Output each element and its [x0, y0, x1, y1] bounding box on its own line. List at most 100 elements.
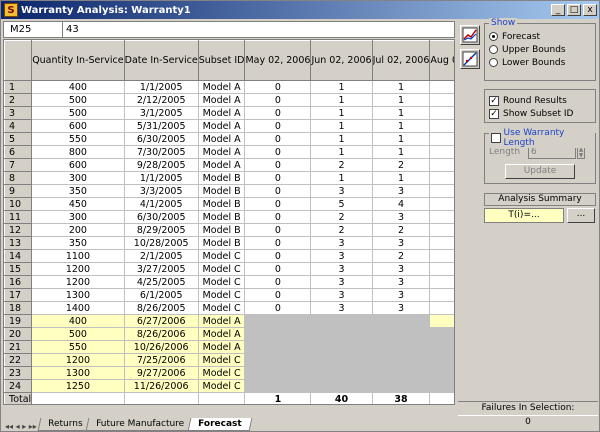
show-subset-id-checkbox[interactable]: ✓ Show Subset ID — [489, 107, 591, 120]
subset-cell[interactable]: Model C — [197, 249, 246, 263]
radio-forecast[interactable]: Forecast — [489, 30, 591, 43]
forecast-cell[interactable]: 1 — [310, 171, 373, 185]
forecast-cell[interactable]: 3 — [310, 288, 373, 302]
row-header[interactable]: 12 — [4, 223, 33, 237]
subset-cell[interactable]: Model B — [197, 210, 246, 224]
forecast-cell[interactable]: 1 — [429, 93, 454, 107]
forecast-cell[interactable] — [244, 340, 312, 354]
forecast-cell[interactable]: 3 — [371, 236, 431, 250]
tab-forecast[interactable]: Forecast — [188, 418, 253, 431]
forecast-cell[interactable]: 0 — [244, 132, 312, 146]
quantity-cell[interactable]: 1100 — [31, 249, 125, 263]
date-cell[interactable]: 4/1/2005 — [123, 197, 199, 211]
row-header[interactable]: 21 — [4, 340, 33, 354]
forecast-cell[interactable] — [310, 327, 373, 341]
column-header-subset[interactable]: Subset ID — [197, 40, 246, 81]
row-header[interactable]: 8 — [4, 171, 33, 185]
forecast-cell[interactable]: 3 — [429, 249, 454, 263]
forecast-cell[interactable]: 1 — [371, 106, 431, 120]
row-header[interactable]: 1 — [4, 80, 33, 94]
forecast-cell[interactable]: 0 — [244, 119, 312, 133]
total-cell[interactable]: 38 — [371, 392, 431, 404]
forecast-cell[interactable]: 0 — [244, 288, 312, 302]
forecast-cell[interactable]: 1 — [371, 119, 431, 133]
quantity-cell[interactable]: 550 — [31, 340, 125, 354]
forecast-cell[interactable] — [371, 340, 431, 354]
forecast-cell[interactable]: 0 — [244, 223, 312, 237]
forecast-cell[interactable] — [371, 366, 431, 380]
subset-cell[interactable]: Model A — [197, 340, 246, 354]
quantity-cell[interactable]: 450 — [31, 197, 125, 211]
date-cell[interactable]: 5/31/2005 — [123, 119, 199, 133]
column-header-quantity[interactable]: Quantity In-Service — [31, 40, 125, 81]
forecast-cell[interactable]: 1 — [310, 145, 373, 159]
forecast-cell[interactable] — [310, 366, 373, 380]
forecast-cell[interactable] — [310, 340, 373, 354]
column-header-forecast-3[interactable]: Jul 02, 2006 — [371, 40, 431, 81]
radio-button[interactable] — [489, 58, 498, 67]
forecast-cell[interactable]: 0 — [244, 197, 312, 211]
date-cell[interactable]: 8/26/2006 — [123, 327, 199, 341]
subset-cell[interactable]: Model C — [197, 288, 246, 302]
date-cell[interactable]: 8/29/2005 — [123, 223, 199, 237]
radio-button[interactable] — [489, 32, 498, 41]
radio-upper-bounds[interactable]: Upper Bounds — [489, 43, 591, 56]
forecast-cell[interactable] — [244, 327, 312, 341]
date-cell[interactable]: 2/12/2005 — [123, 93, 199, 107]
round-results-checkbox[interactable]: ✓ Round Results — [489, 94, 591, 107]
quantity-cell[interactable]: 500 — [31, 106, 125, 120]
forecast-cell[interactable] — [429, 340, 454, 354]
forecast-cell[interactable]: 2 — [429, 158, 454, 172]
forecast-cell[interactable] — [371, 314, 431, 328]
date-cell[interactable]: 6/30/2005 — [123, 132, 199, 146]
forecast-cell[interactable]: 2 — [371, 223, 431, 237]
column-header-forecast-2[interactable]: Jun 02, 2006 — [310, 40, 373, 81]
subset-cell[interactable]: Model B — [197, 171, 246, 185]
subset-cell[interactable]: Model B — [197, 184, 246, 198]
cell-value-input[interactable]: 43 — [63, 21, 455, 38]
quantity-cell[interactable]: 300 — [31, 210, 125, 224]
forecast-cell[interactable]: 0 — [244, 236, 312, 250]
row-header[interactable]: 11 — [4, 210, 33, 224]
forecast-cell[interactable] — [310, 379, 373, 393]
forecast-cell[interactable]: 1 — [371, 132, 431, 146]
forecast-cell[interactable]: 2 — [310, 223, 373, 237]
forecast-cell[interactable]: 3 — [310, 184, 373, 198]
forecast-cell[interactable]: 0 — [244, 275, 312, 289]
analysis-summary-value[interactable]: T(i)=... — [484, 208, 564, 223]
quantity-cell[interactable]: 500 — [31, 327, 125, 341]
subset-cell[interactable]: Model A — [197, 119, 246, 133]
subset-cell[interactable]: Model B — [197, 223, 246, 237]
forecast-cell[interactable] — [429, 353, 454, 367]
date-cell[interactable]: 9/27/2006 — [123, 366, 199, 380]
forecast-cell[interactable]: 3 — [310, 301, 373, 315]
quantity-cell[interactable]: 600 — [31, 119, 125, 133]
subset-cell[interactable]: Model C — [197, 366, 246, 380]
quantity-cell[interactable]: 500 — [31, 93, 125, 107]
forecast-cell[interactable]: 0 — [244, 93, 312, 107]
forecast-cell[interactable]: 3 — [310, 249, 373, 263]
subset-cell[interactable]: Model A — [197, 314, 246, 328]
quantity-cell[interactable]: 300 — [31, 171, 125, 185]
forecast-cell[interactable]: 3 — [310, 262, 373, 276]
update-button[interactable]: Update — [505, 164, 575, 179]
checkbox-checked[interactable]: ✓ — [489, 108, 499, 119]
date-cell[interactable]: 8/26/2005 — [123, 301, 199, 315]
forecast-cell[interactable]: 1 — [429, 119, 454, 133]
quantity-cell[interactable]: 200 — [31, 223, 125, 237]
forecast-cell[interactable]: 2 — [310, 210, 373, 224]
forecast-cell[interactable]: 3 — [371, 275, 431, 289]
forecast-cell[interactable]: 4 — [429, 197, 454, 211]
date-cell[interactable]: 1/1/2005 — [123, 171, 199, 185]
quantity-cell[interactable]: 1200 — [31, 262, 125, 276]
date-cell[interactable]: 6/1/2005 — [123, 288, 199, 302]
forecast-cell[interactable]: 0 — [244, 210, 312, 224]
date-cell[interactable]: 6/27/2006 — [123, 314, 199, 328]
forecast-cell[interactable]: 1 — [371, 93, 431, 107]
forecast-cell[interactable]: 0 — [244, 184, 312, 198]
forecast-cell[interactable]: 2 — [310, 158, 373, 172]
quantity-cell[interactable]: 1200 — [31, 353, 125, 367]
quantity-cell[interactable]: 1400 — [31, 301, 125, 315]
forecast-cell[interactable]: 3 — [310, 236, 373, 250]
forecast-cell[interactable]: 1 — [429, 106, 454, 120]
